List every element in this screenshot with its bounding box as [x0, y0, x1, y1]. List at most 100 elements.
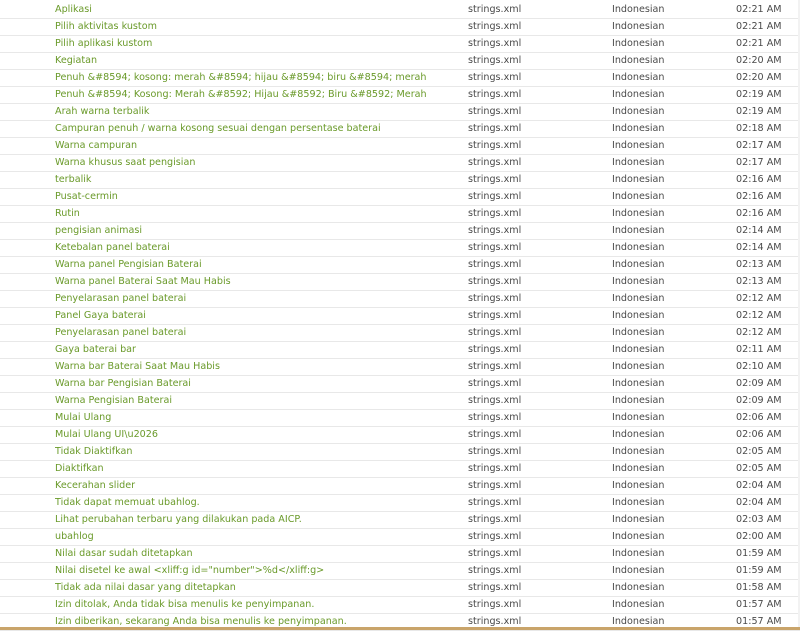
table-row[interactable]: Mulai Ulang UI\u2026 strings.xml Indonesia… [0, 427, 800, 444]
file-name-cell: strings.xml [468, 72, 522, 83]
table-row[interactable]: Mulai Ulang strings.xml Indonesian 02:06 AM [0, 410, 800, 427]
string-link[interactable]: Penyelarasan panel baterai [55, 325, 455, 341]
timestamp-cell: 02:09 AM [736, 395, 782, 406]
table-row[interactable]: Diaktifkan strings.xml Indonesian 02:05 AM [0, 461, 800, 478]
table-row[interactable]: Campuran penuh / warna kosong sesuai den… [0, 121, 800, 138]
table-row[interactable]: Warna bar Pengisian Baterai strings.xml In… [0, 376, 800, 393]
table-row[interactable]: Pusat-cermin strings.xml Indonesian 02:16 A… [0, 189, 800, 206]
string-link[interactable]: ubahlog [55, 529, 455, 545]
string-link[interactable]: terbalik [55, 172, 455, 188]
language-cell: Indonesian [612, 310, 665, 321]
string-link[interactable]: Penuh &#8594; Kosong: Merah &#8592; Hija… [55, 87, 455, 103]
table-row[interactable]: Arah warna terbalik strings.xml Indonesian… [0, 104, 800, 121]
table-row[interactable]: Panel Gaya baterai strings.xml Indonesian 0… [0, 308, 800, 325]
language-cell: Indonesian [612, 259, 665, 270]
language-cell: Indonesian [612, 497, 665, 508]
string-link[interactable]: pengisian animasi [55, 223, 455, 239]
table-row[interactable]: Izin ditolak, Anda tidak bisa menulis ke… [0, 597, 800, 614]
string-link[interactable]: Nilai dasar sudah ditetapkan [55, 546, 455, 562]
string-link[interactable]: Nilai disetel ke awal <xliff:g id="numbe… [55, 563, 455, 579]
string-link[interactable]: Kegiatan [55, 53, 455, 69]
string-link[interactable]: Izin ditolak, Anda tidak bisa menulis ke… [55, 597, 455, 613]
file-name-cell: strings.xml [468, 225, 522, 236]
table-row[interactable]: Aplikasi strings.xml Indonesian 02:21 AM [0, 2, 800, 19]
table-row[interactable]: Tidak ada nilai dasar yang ditetapkan str… [0, 580, 800, 597]
table-row[interactable]: Gaya baterai bar strings.xml Indonesian 02:… [0, 342, 800, 359]
table-row[interactable]: Warna bar Baterai Saat Mau Habis strings.… [0, 359, 800, 376]
string-link[interactable]: Tidak ada nilai dasar yang ditetapkan [55, 580, 455, 596]
string-link[interactable]: Pilih aktivitas kustom [55, 19, 455, 35]
string-link[interactable]: Tidak dapat memuat ubahlog. [55, 495, 455, 511]
file-name-cell: strings.xml [468, 157, 522, 168]
string-link[interactable]: Pilih aplikasi kustom [55, 36, 455, 52]
table-row[interactable]: pengisian animasi strings.xml Indonesian 02… [0, 223, 800, 240]
file-name-cell: strings.xml [468, 55, 522, 66]
string-link[interactable]: Mulai Ulang [55, 410, 455, 426]
string-link[interactable]: Pusat-cermin [55, 189, 455, 205]
file-name-cell: strings.xml [468, 4, 522, 15]
string-link[interactable]: Penuh &#8594; kosong: merah &#8594; hija… [55, 70, 455, 86]
string-link[interactable]: Panel Gaya baterai [55, 308, 455, 324]
table-row[interactable]: Ketebalan panel baterai strings.xml Indone… [0, 240, 800, 257]
language-cell: Indonesian [612, 548, 665, 559]
table-row[interactable]: Lihat perubahan terbaru yang dilakukan p… [0, 512, 800, 529]
table-row[interactable]: Kecerahan slider strings.xml Indonesian 02:… [0, 478, 800, 495]
string-link[interactable]: Lihat perubahan terbaru yang dilakukan p… [55, 512, 455, 528]
table-row[interactable]: Penyelarasan panel baterai strings.xml Ind… [0, 291, 800, 308]
string-link[interactable]: Warna Pengisian Baterai [55, 393, 455, 409]
table-row[interactable]: Penuh &#8594; kosong: merah &#8594; hija… [0, 70, 800, 87]
language-cell: Indonesian [612, 38, 665, 49]
language-cell: Indonesian [612, 344, 665, 355]
file-name-cell: strings.xml [468, 548, 522, 559]
timestamp-cell: 02:17 AM [736, 140, 782, 151]
table-row[interactable]: Warna panel Baterai Saat Mau Habis string… [0, 274, 800, 291]
table-row[interactable]: Warna campuran strings.xml Indonesian 02:17… [0, 138, 800, 155]
table-row[interactable]: Warna khusus saat pengisian strings.xml In… [0, 155, 800, 172]
string-link[interactable]: Diaktifkan [55, 461, 455, 477]
table-row[interactable]: Warna panel Pengisian Baterai strings.xml… [0, 257, 800, 274]
string-link[interactable]: Warna campuran [55, 138, 455, 154]
file-name-cell: strings.xml [468, 310, 522, 321]
language-cell: Indonesian [612, 208, 665, 219]
language-cell: Indonesian [612, 140, 665, 151]
timestamp-cell: 02:10 AM [736, 361, 782, 372]
string-link[interactable]: Warna panel Pengisian Baterai [55, 257, 455, 273]
string-link[interactable]: Penyelarasan panel baterai [55, 291, 455, 307]
string-link[interactable]: Kecerahan slider [55, 478, 455, 494]
language-cell: Indonesian [612, 4, 665, 15]
string-link[interactable]: Warna khusus saat pengisian [55, 155, 455, 171]
string-link[interactable]: Arah warna terbalik [55, 104, 455, 120]
table-row[interactable]: Rutin strings.xml Indonesian 02:16 AM [0, 206, 800, 223]
string-link[interactable]: Ketebalan panel baterai [55, 240, 455, 256]
string-link[interactable]: Campuran penuh / warna kosong sesuai den… [55, 121, 455, 137]
table-row[interactable]: Pilih aplikasi kustom strings.xml Indonesi… [0, 36, 800, 53]
table-row[interactable]: Tidak dapat memuat ubahlog. strings.xml In… [0, 495, 800, 512]
file-name-cell: strings.xml [468, 514, 522, 525]
table-row[interactable]: Nilai dasar sudah ditetapkan strings.xml I… [0, 546, 800, 563]
table-row[interactable]: Warna Pengisian Baterai strings.xml Indone… [0, 393, 800, 410]
string-link[interactable]: Tidak Diaktifkan [55, 444, 455, 460]
string-link[interactable]: Warna bar Pengisian Baterai [55, 376, 455, 392]
table-row[interactable]: Penyelarasan panel baterai strings.xml Ind… [0, 325, 800, 342]
string-link[interactable]: Warna bar Baterai Saat Mau Habis [55, 359, 455, 375]
table-row[interactable]: ubahlog strings.xml Indonesian 02:00 AM [0, 529, 800, 546]
file-name-cell: strings.xml [468, 463, 522, 474]
string-link[interactable]: Aplikasi [55, 2, 455, 18]
table-row[interactable]: terbalik strings.xml Indonesian 02:16 AM [0, 172, 800, 189]
table-row[interactable]: Penuh &#8594; Kosong: Merah &#8592; Hija… [0, 87, 800, 104]
timestamp-cell: 02:09 AM [736, 378, 782, 389]
table-row[interactable]: Kegiatan strings.xml Indonesian 02:20 AM [0, 53, 800, 70]
language-cell: Indonesian [612, 395, 665, 406]
table-row[interactable]: Tidak Diaktifkan strings.xml Indonesian 02:… [0, 444, 800, 461]
string-link[interactable]: Gaya baterai bar [55, 342, 455, 358]
table-row[interactable]: Nilai disetel ke awal <xliff:g id="numbe… [0, 563, 800, 580]
file-name-cell: strings.xml [468, 497, 522, 508]
string-link[interactable]: Mulai Ulang UI\u2026 [55, 427, 455, 443]
timestamp-cell: 01:58 AM [736, 582, 782, 593]
string-link[interactable]: Rutin [55, 206, 455, 222]
string-link[interactable]: Warna panel Baterai Saat Mau Habis [55, 274, 455, 290]
file-name-cell: strings.xml [468, 378, 522, 389]
file-name-cell: strings.xml [468, 327, 522, 338]
file-name-cell: strings.xml [468, 344, 522, 355]
table-row[interactable]: Pilih aktivitas kustom strings.xml Indones… [0, 19, 800, 36]
